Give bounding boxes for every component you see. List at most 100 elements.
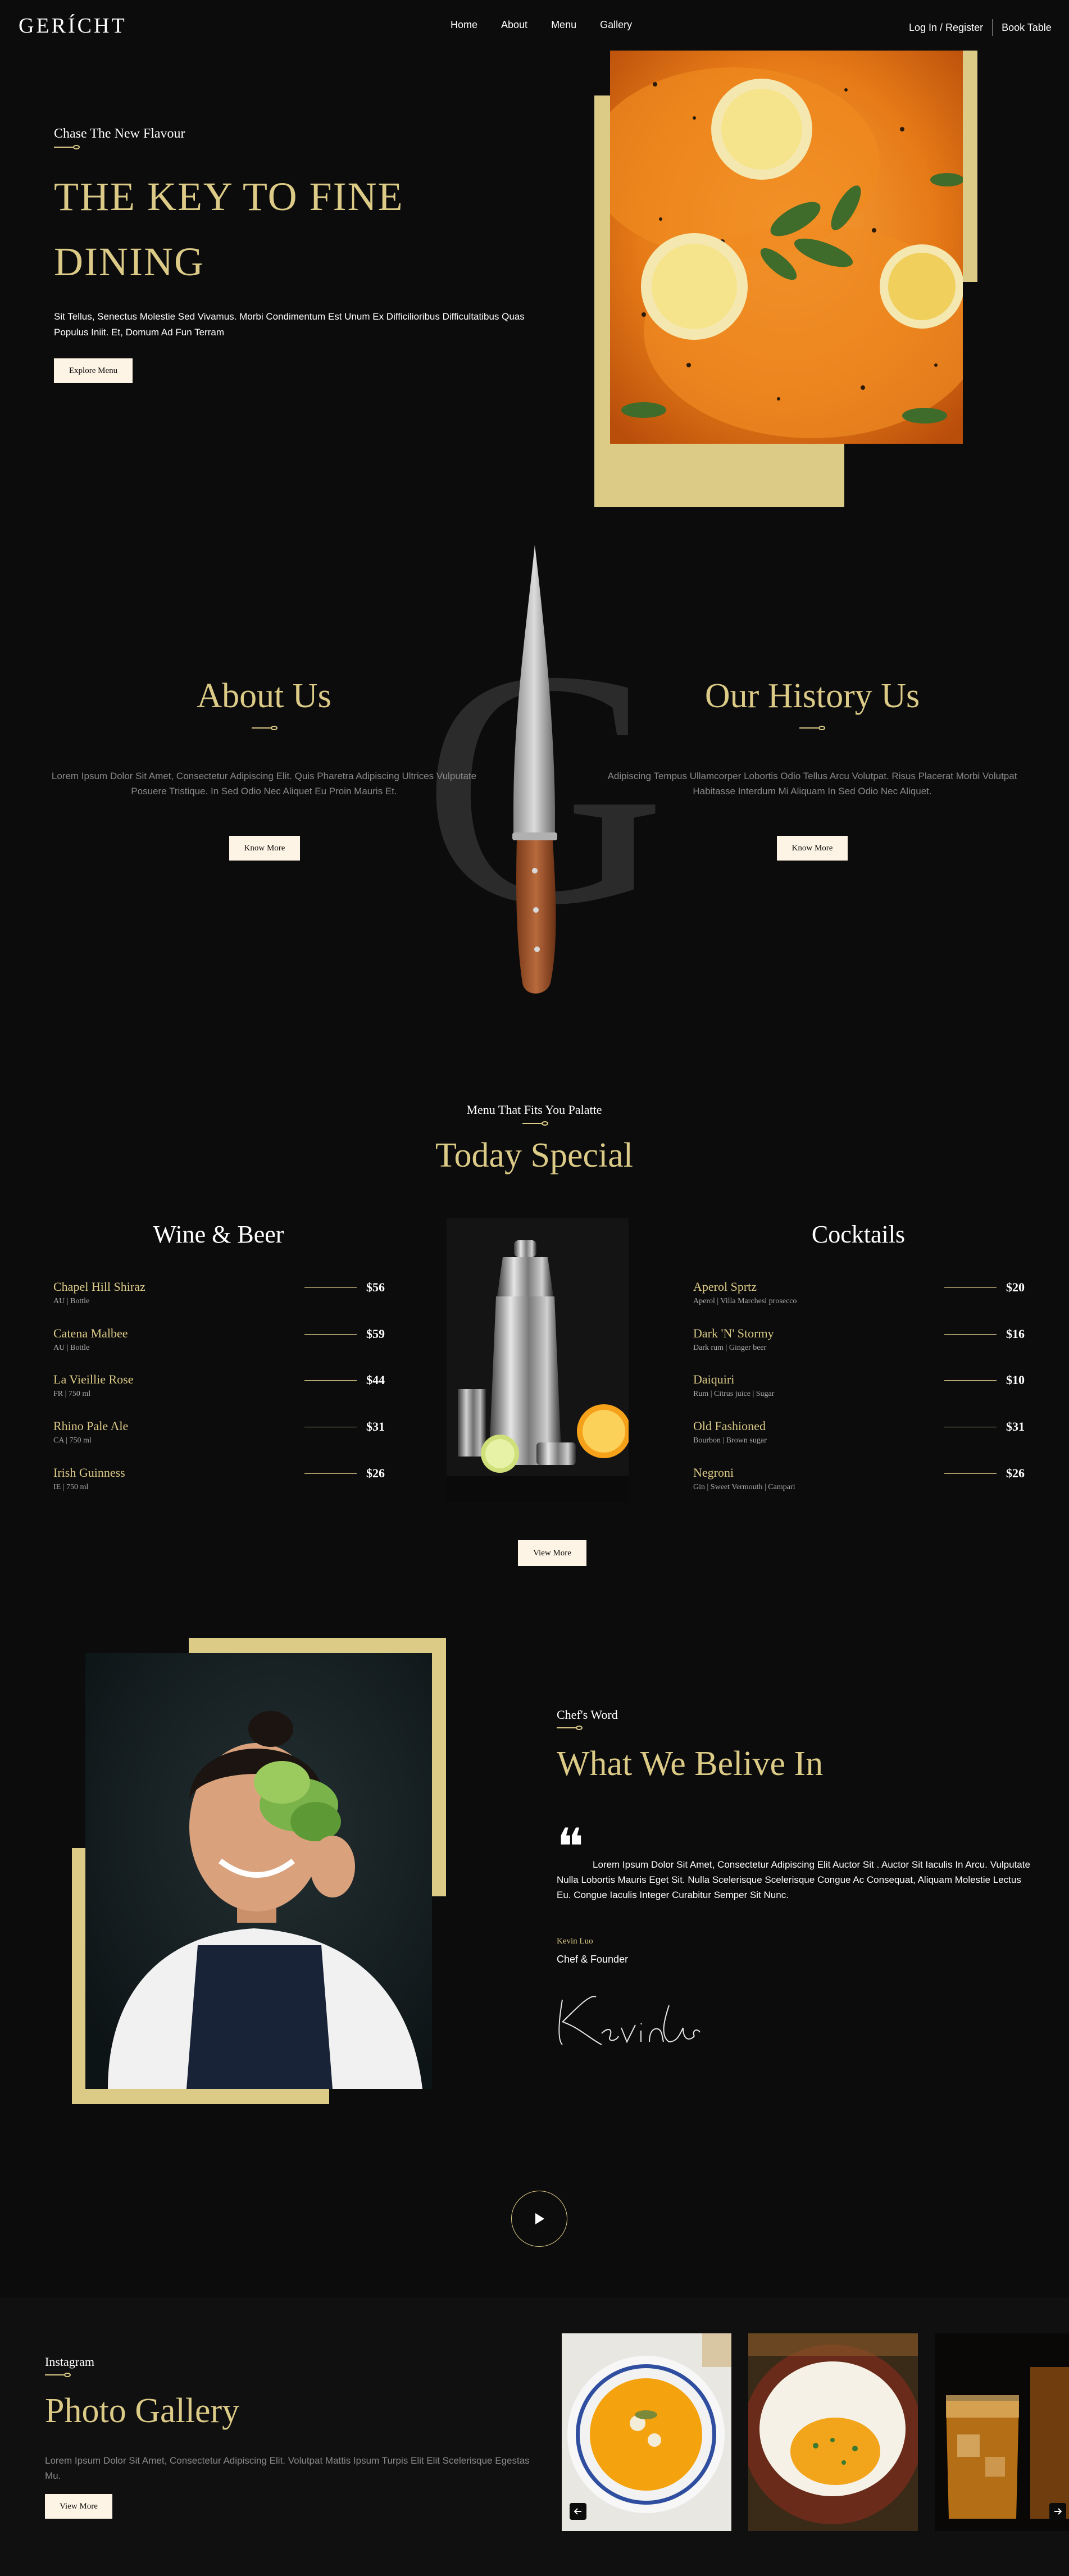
about-text: Lorem Ipsum Dolor Sit Amet, Consectetur … [51,771,477,797]
explore-menu-button[interactable]: Explore Menu [54,358,133,383]
history-know-more-button[interactable]: Know More [777,836,848,861]
hero-subtitle: Chase The New Flavour [54,126,185,141]
menu-item: Catena Malbee AU | Bottle $59 [53,1326,385,1360]
menu-item-price: $26 [366,1466,385,1480]
menu-item-detail: AU | Bottle [53,1344,90,1352]
chef-portrait-image [85,1653,432,2089]
menu-item-detail: Rum | Citrus juice | Sugar [693,1390,775,1398]
menu-item: La Vieillie Rose FR | 750 ml $44 [53,1372,385,1406]
menu-item-name: Old Fashioned [693,1419,766,1433]
gallery-subtitle: Instagram [45,2355,94,2369]
nav-link-gallery[interactable]: Gallery [600,19,632,31]
menu-item-name: Dark 'N' Stormy [693,1326,774,1340]
menu-item-rule [304,1473,357,1474]
menu-item-name: Irish Guinness [53,1466,125,1480]
gallery-image-egg[interactable] [748,2333,918,2531]
spoon-divider-icon [522,1121,548,1126]
about-know-more-button[interactable]: Know More [229,836,300,861]
chef-quote-text: Lorem Ipsum Dolor Sit Amet, Consectetur … [557,1859,1030,1900]
menu-item-name: Aperol Sprtz [693,1280,757,1294]
menu-item-price: $59 [366,1327,385,1341]
menu-title: Today Special [435,1136,634,1175]
menu-item: Daiquiri Rum | Citrus juice | Sugar $10 [693,1372,1025,1406]
menu-item-price: $56 [366,1280,385,1294]
gallery-text: Lorem Ipsum Dolor Sit Amet, Consectetur … [45,2455,530,2481]
gallery-image-whisky[interactable] [935,2333,1069,2531]
menu-item: Old Fashioned Bourbon | Brown sugar $31 [693,1419,1025,1453]
wine-beer-heading: Wine & Beer [153,1221,284,1248]
menu-item-name: Chapel Hill Shiraz [53,1280,145,1294]
book-table-link[interactable]: Book Table [1002,22,1052,34]
menu-item-detail: IE | 750 ml [53,1483,89,1491]
menu-item-price: $20 [1006,1280,1025,1294]
nav-link-menu[interactable]: Menu [551,19,576,31]
menu-item-name: Rhino Pale Ale [53,1419,129,1433]
menu-item: Chapel Hill Shiraz AU | Bottle $56 [53,1280,385,1313]
hero-text: Sit Tellus, Senectus Molestie Sed Vivamu… [54,311,525,338]
arrow-right-icon [1054,2508,1062,2515]
menu-item-rule [304,1380,357,1381]
chef-subtitle: Chef's Word [557,1708,618,1722]
menu-item-price: $16 [1006,1327,1025,1341]
spoon-divider-icon [799,726,825,730]
gallery-view-more-button[interactable]: View More [45,2494,112,2519]
knife-image [512,545,557,994]
play-video-button[interactable] [511,2191,567,2247]
logo[interactable]: GERÍCHT [19,13,127,38]
menu-item-rule [944,1334,997,1335]
hero-title-line2: DINING [54,239,204,284]
salmon-dish-image [610,51,963,444]
menu-item-price: $31 [366,1419,385,1433]
about-title: About Us [197,677,331,715]
menu-item: Rhino Pale Ale CA | 750 ml $31 [53,1419,385,1453]
menu-item-detail: Dark rum | Ginger beer [693,1344,767,1352]
menu-item-detail: CA | 750 ml [53,1436,92,1445]
gallery-next-button[interactable] [1049,2503,1066,2520]
menu-item-rule [944,1380,997,1381]
menu-item-rule [304,1334,357,1335]
nav-actions: Log In / Register Book Table [909,19,1052,36]
history-text: Adipiscing Tempus Ullamcorper Lobortis O… [607,771,1017,797]
spoon-divider-icon [252,726,278,730]
menu-view-more-button[interactable]: View More [518,1540,586,1566]
menu-item-detail: Bourbon | Brown sugar [693,1436,767,1445]
chef-quote: Lorem Ipsum Dolor Sit Amet, Consectetur … [557,1857,1034,1903]
menu-item-price: $10 [1006,1373,1025,1387]
menu-item-name: Daiquiri [693,1372,735,1386]
gallery-image-soup[interactable] [562,2333,731,2531]
menu-item-price: $26 [1006,1466,1025,1480]
navbar: GERÍCHT Home About Menu Gallery Log In /… [0,0,1069,52]
hero-image-frame [594,51,977,507]
chef-role: Chef & Founder [557,1954,629,1965]
nav-link-about[interactable]: About [501,19,527,31]
menu-item-detail: FR | 750 ml [53,1390,91,1398]
menu-item: Dark 'N' Stormy Dark rum | Ginger beer $… [693,1326,1025,1360]
play-icon [535,2213,544,2224]
login-link[interactable]: Log In / Register [909,22,983,34]
arrow-left-icon [574,2508,581,2515]
menu-subtitle: Menu That Fits You Palatte [466,1103,602,1117]
chef-name: Kevin Luo [557,1937,593,1946]
menu-item-rule [304,1287,357,1288]
nav-link-home[interactable]: Home [451,19,477,31]
menu-item-name: Negroni [693,1466,734,1480]
gallery-prev-button[interactable] [570,2503,586,2520]
menu-item-detail: AU | Bottle [53,1297,90,1305]
menu-item-price: $31 [1006,1419,1025,1433]
hero-title: THE KEY TO FINE DINING [54,164,503,294]
spoon-divider-icon [54,145,80,149]
cocktail-shaker-image [447,1218,629,1503]
spoon-divider-icon [45,2373,71,2377]
menu-item: Negroni Gin | Sweet Vermouth | Campari $… [693,1466,1025,1499]
menu-item-price: $44 [366,1373,385,1387]
history-title: Our History Us [704,677,920,715]
spoon-divider-icon [557,1726,583,1730]
menu-item-rule [944,1287,997,1288]
menu-item-detail: Gin | Sweet Vermouth | Campari [693,1483,795,1491]
menu-item: Aperol Sprtz Aperol | Villa Marchesi pro… [693,1280,1025,1313]
menu-item-rule [944,1473,997,1474]
nav-divider [992,19,993,36]
menu-item-name: Catena Malbee [53,1326,128,1340]
menu-item: Irish Guinness IE | 750 ml $26 [53,1466,385,1499]
menu-item-detail: Aperol | Villa Marchesi prosecco [693,1297,797,1305]
